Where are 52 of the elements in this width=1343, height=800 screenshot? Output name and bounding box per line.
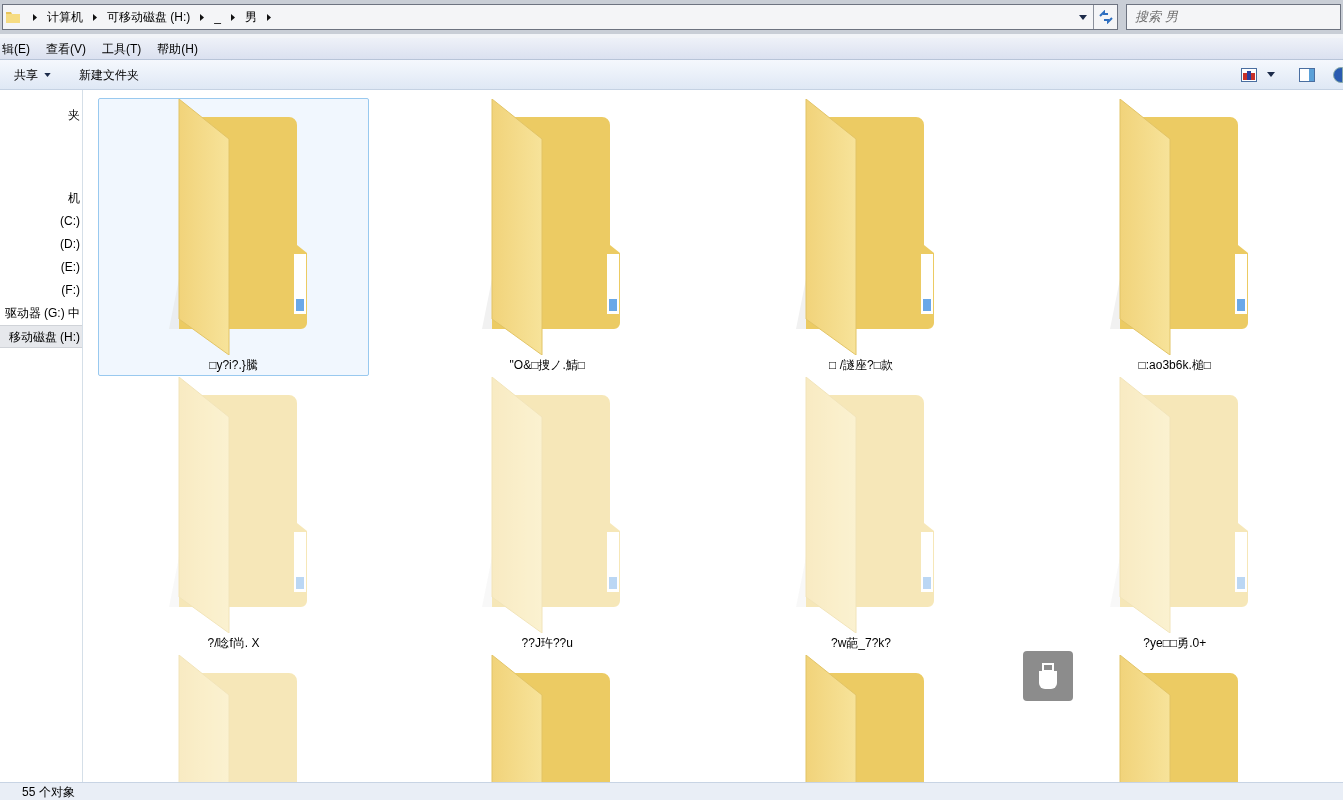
sidebar-item[interactable]: 夹 — [0, 104, 82, 127]
dropdown-arrow-icon[interactable] — [1079, 14, 1087, 20]
chevron-icon[interactable] — [93, 13, 97, 21]
toolbar-button[interactable]: 共享 — [0, 65, 65, 84]
folder-name: □:ao3b6k.槌□ — [1138, 357, 1211, 374]
sidebar-item[interactable]: 机 — [0, 187, 82, 210]
folder-name: □y?i?.}騰 — [209, 357, 258, 374]
usb-drive-icon — [1023, 651, 1073, 701]
folder-icon — [5, 9, 21, 25]
menu-item[interactable]: 帮助(H) — [157, 39, 198, 58]
folder-item[interactable]: ?/唸f尚. X — [98, 376, 369, 654]
menu-item[interactable]: 辑(E) — [2, 39, 30, 58]
caret-icon — [44, 72, 51, 77]
toolbar-button[interactable]: 新建文件夹 — [65, 65, 153, 84]
menu-item[interactable]: 工具(T) — [102, 39, 142, 58]
sidebar-item[interactable]: 驱动器 (G:) 中 — [0, 302, 82, 325]
search-field[interactable]: 搜索 男 — [1126, 4, 1341, 30]
folder-item[interactable]: □:ao3b6k.槌□ — [1039, 98, 1311, 376]
chevron-icon[interactable] — [231, 13, 235, 21]
chevron-icon[interactable] — [267, 13, 271, 21]
sidebar-item[interactable]: (D:) — [0, 233, 82, 256]
folder-name: ?ye□□勇.0+ — [1143, 635, 1207, 652]
sidebar-item[interactable]: (E:) — [0, 256, 82, 279]
folder-item[interactable]: ?w葩_7?k? — [725, 376, 997, 654]
folder-name: ?w葩_7?k? — [830, 635, 891, 652]
sidebar-item[interactable]: 移动磁盘 (H:) — [0, 325, 82, 348]
folder-name: □ /譢座?□款 — [829, 357, 893, 374]
folder-item[interactable]: □y?i?.}騰 — [98, 98, 369, 376]
breadcrumb[interactable]: 计算机 — [47, 8, 83, 26]
breadcrumb[interactable]: 男 — [245, 8, 257, 26]
preview-pane-icon[interactable] — [1299, 67, 1315, 82]
help-icon[interactable] — [1333, 66, 1343, 83]
breadcrumb[interactable]: 可移动磁盘 (H:) — [107, 8, 191, 26]
chevron-icon[interactable] — [33, 13, 37, 21]
folder-item[interactable]: □ /譢座?□款 — [725, 98, 997, 376]
folder-name: ??J玝??u — [521, 635, 573, 652]
sidebar-item[interactable]: (F:) — [0, 279, 82, 302]
address-bar[interactable]: 计算机 可移动磁盘 (H:) _ 男 — [2, 4, 1118, 30]
breadcrumb[interactable]: _ — [214, 8, 221, 26]
folder-item[interactable]: "O&□捜ノ.鯖□ — [411, 98, 683, 376]
folder-item[interactable]: ??J玝??u — [411, 376, 683, 654]
menu-item[interactable]: 查看(V) — [46, 39, 86, 58]
search-input: 搜索 男 — [1135, 7, 1332, 27]
caret-icon[interactable] — [1267, 72, 1275, 77]
refresh-icon — [1098, 10, 1113, 24]
view-options-icon[interactable] — [1241, 67, 1257, 82]
chevron-icon[interactable] — [200, 13, 205, 21]
status-text: 55 个对象 — [22, 784, 75, 799]
folder-item[interactable]: ?ye□□勇.0+ — [1039, 376, 1311, 654]
folder-name: ?/唸f尚. X — [207, 635, 260, 652]
folder-name: "O&□捜ノ.鯖□ — [509, 357, 585, 374]
sidebar-item[interactable]: (C:) — [0, 210, 82, 233]
